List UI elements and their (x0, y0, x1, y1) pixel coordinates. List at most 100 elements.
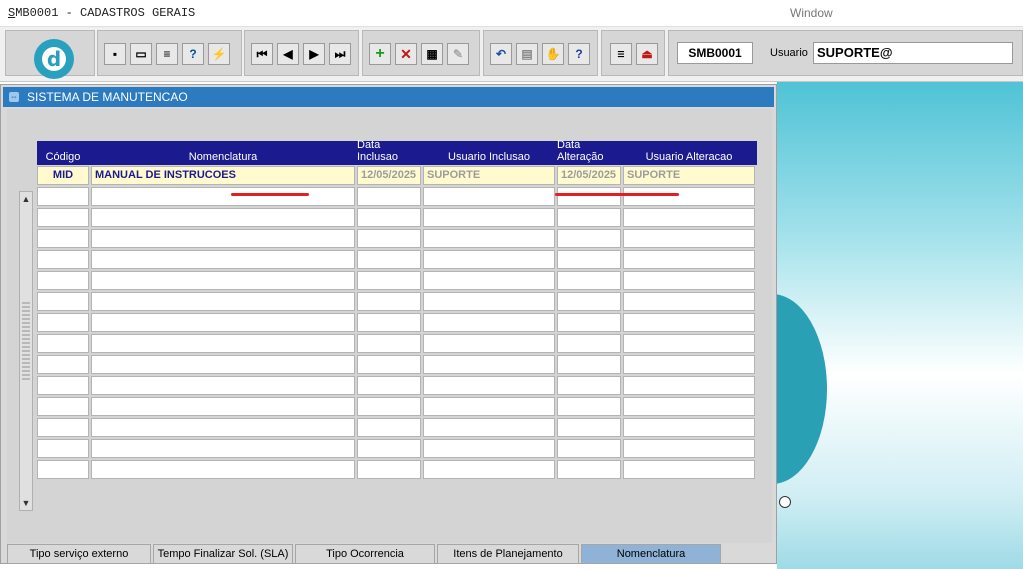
cell-nomenclatura[interactable] (91, 439, 355, 458)
cell-usuario-alteracao[interactable] (623, 208, 755, 227)
cell-usuario-inclusao[interactable] (423, 334, 555, 353)
grid-scrollbar[interactable]: ▲ ▼ (19, 191, 33, 511)
cell-data-alteracao[interactable] (557, 334, 621, 353)
cell-usuario-alteracao[interactable] (623, 376, 755, 395)
cell-usuario-inclusao[interactable] (423, 355, 555, 374)
tab-tipo-servico-externo[interactable]: Tipo serviço externo (7, 544, 151, 564)
cell-data-alteracao[interactable] (557, 208, 621, 227)
cell-codigo[interactable] (37, 376, 89, 395)
cell-codigo[interactable] (37, 229, 89, 248)
window-icon[interactable]: ▭ (130, 43, 152, 65)
cell-nomenclatura[interactable] (91, 313, 355, 332)
cell-usuario-inclusao[interactable] (423, 271, 555, 290)
last-record-icon[interactable]: ⏭ (329, 43, 351, 65)
cell-codigo[interactable]: MID (37, 166, 89, 185)
cell-data-inclusao[interactable]: 12/05/2025 (357, 166, 421, 185)
save-icon[interactable]: ▪ (104, 43, 126, 65)
cell-usuario-inclusao[interactable] (423, 376, 555, 395)
cell-usuario-inclusao[interactable] (423, 292, 555, 311)
cell-usuario-inclusao[interactable] (423, 418, 555, 437)
cell-data-alteracao[interactable] (557, 292, 621, 311)
cell-usuario-inclusao[interactable] (423, 397, 555, 416)
cell-usuario-alteracao[interactable] (623, 418, 755, 437)
cell-data-alteracao[interactable] (557, 418, 621, 437)
cell-nomenclatura[interactable] (91, 271, 355, 290)
table-row[interactable] (37, 208, 757, 228)
cell-data-inclusao[interactable] (357, 397, 421, 416)
cell-usuario-inclusao[interactable] (423, 250, 555, 269)
table-row[interactable]: MID MANUAL DE INSTRUCOES 12/05/2025 SUPORTE… (37, 166, 757, 186)
cell-codigo[interactable] (37, 187, 89, 206)
cell-data-inclusao[interactable] (357, 187, 421, 206)
help-icon[interactable]: ? (568, 43, 590, 65)
cell-data-inclusao[interactable] (357, 460, 421, 479)
cell-usuario-alteracao[interactable] (623, 292, 755, 311)
cell-usuario-alteracao[interactable] (623, 439, 755, 458)
cell-data-alteracao[interactable] (557, 355, 621, 374)
cell-data-inclusao[interactable] (357, 439, 421, 458)
cell-usuario-inclusao[interactable] (423, 208, 555, 227)
cell-usuario-inclusao[interactable] (423, 187, 555, 206)
cell-usuario-alteracao[interactable] (623, 229, 755, 248)
cell-codigo[interactable] (37, 334, 89, 353)
cell-data-inclusao[interactable] (357, 208, 421, 227)
table-row[interactable] (37, 334, 757, 354)
cell-nomenclatura[interactable] (91, 355, 355, 374)
table-row[interactable] (37, 187, 757, 207)
print-icon[interactable]: ≡ (156, 43, 178, 65)
tab-nomenclatura[interactable]: Nomenclatura (581, 544, 721, 564)
cell-data-inclusao[interactable] (357, 334, 421, 353)
table-row[interactable] (37, 460, 757, 480)
cell-nomenclatura[interactable]: MANUAL DE INSTRUCOES (91, 166, 355, 185)
next-record-icon[interactable]: ▶ (303, 43, 325, 65)
cell-nomenclatura[interactable] (91, 208, 355, 227)
cell-usuario-alteracao[interactable] (623, 355, 755, 374)
cell-usuario-inclusao[interactable] (423, 313, 555, 332)
table-row[interactable] (37, 271, 757, 291)
table-row[interactable] (37, 376, 757, 396)
cell-data-alteracao[interactable] (557, 187, 621, 206)
cell-data-alteracao[interactable] (557, 250, 621, 269)
cell-usuario-alteracao[interactable] (623, 313, 755, 332)
table-row[interactable] (37, 229, 757, 249)
cell-codigo[interactable] (37, 397, 89, 416)
query-help-icon[interactable]: ? (182, 43, 204, 65)
scroll-up-icon[interactable]: ▲ (20, 192, 32, 206)
cell-data-alteracao[interactable] (557, 397, 621, 416)
window-icon[interactable]: ⇔ (9, 92, 19, 102)
cell-nomenclatura[interactable] (91, 376, 355, 395)
tab-itens-de-planejamento[interactable]: Itens de Planejamento (437, 544, 579, 564)
tab-tempo-finalizar-sla[interactable]: Tempo Finalizar Sol. (SLA) (153, 544, 293, 564)
cell-usuario-alteracao[interactable] (623, 460, 755, 479)
cell-codigo[interactable] (37, 355, 89, 374)
first-record-icon[interactable]: ⏮ (251, 43, 273, 65)
cell-codigo[interactable] (37, 208, 89, 227)
cell-nomenclatura[interactable] (91, 292, 355, 311)
table-row[interactable] (37, 439, 757, 459)
cell-codigo[interactable] (37, 439, 89, 458)
cell-data-inclusao[interactable] (357, 229, 421, 248)
cell-nomenclatura[interactable] (91, 187, 355, 206)
cell-codigo[interactable] (37, 418, 89, 437)
insert-record-icon[interactable]: + (369, 43, 391, 65)
cell-codigo[interactable] (37, 250, 89, 269)
cell-codigo[interactable] (37, 313, 89, 332)
exit-icon[interactable]: ⏏ (636, 43, 658, 65)
cell-nomenclatura[interactable] (91, 418, 355, 437)
previous-record-icon[interactable]: ◀ (277, 43, 299, 65)
cell-nomenclatura[interactable] (91, 460, 355, 479)
scroll-down-icon[interactable]: ▼ (20, 496, 32, 510)
table-row[interactable] (37, 355, 757, 375)
cell-usuario-inclusao[interactable]: SUPORTE (423, 166, 555, 185)
cell-data-inclusao[interactable] (357, 271, 421, 290)
cell-data-alteracao[interactable] (557, 460, 621, 479)
cell-data-alteracao[interactable]: 12/05/2025 (557, 166, 621, 185)
cell-usuario-alteracao[interactable] (623, 187, 755, 206)
cell-usuario-inclusao[interactable] (423, 460, 555, 479)
clipboard-icon[interactable]: ▤ (516, 43, 538, 65)
cell-data-inclusao[interactable] (357, 313, 421, 332)
cell-usuario-alteracao[interactable] (623, 250, 755, 269)
cell-nomenclatura[interactable] (91, 397, 355, 416)
cell-codigo[interactable] (37, 271, 89, 290)
cell-usuario-alteracao[interactable] (623, 271, 755, 290)
